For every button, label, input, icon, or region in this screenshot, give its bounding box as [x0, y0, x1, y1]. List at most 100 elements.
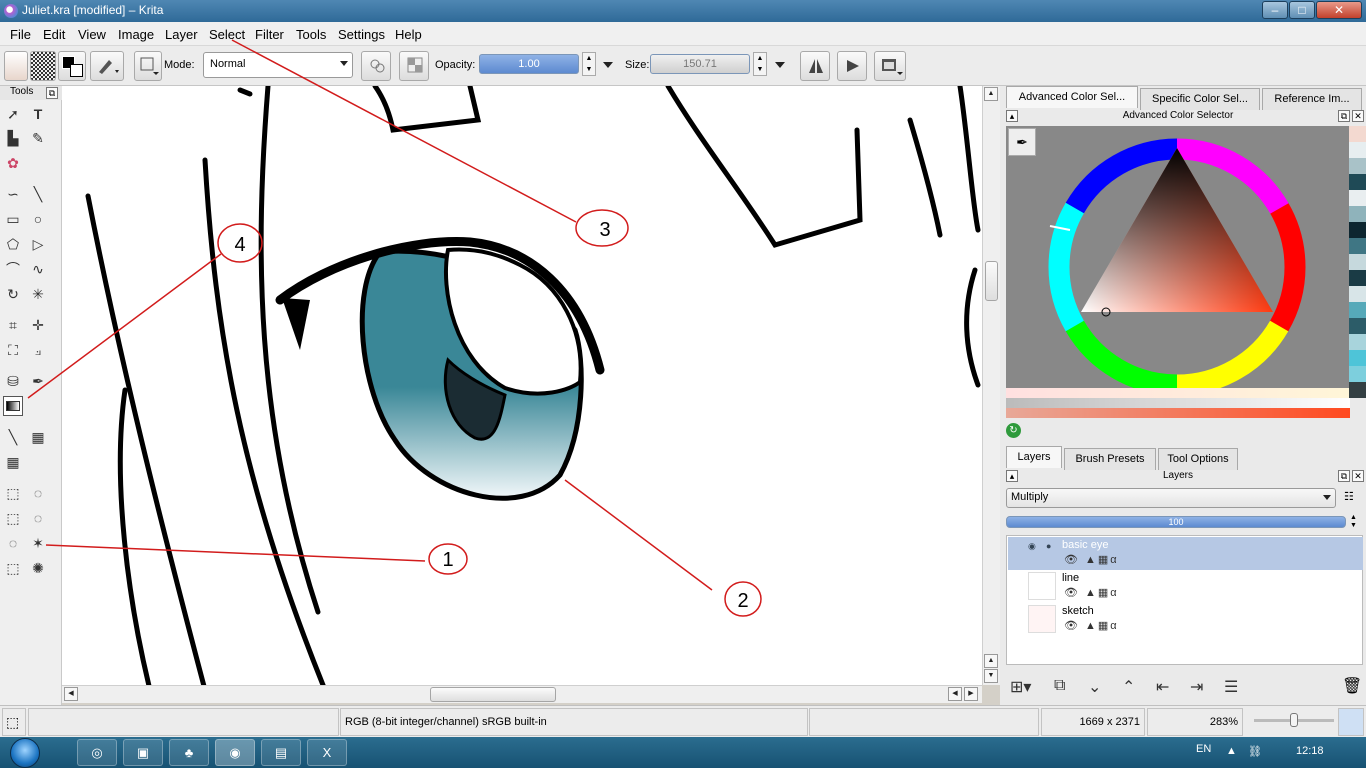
crop-tool[interactable]: ⛶	[3, 340, 23, 360]
menu-select[interactable]: Select	[209, 27, 245, 42]
tray-arrow-icon[interactable]: ▲	[1226, 745, 1237, 757]
vertical-scrollbar[interactable]: ▲ ▲ ▼	[982, 86, 1000, 685]
layer-opacity-slider[interactable]: 100	[1006, 516, 1346, 528]
gradient-preset-button[interactable]	[4, 51, 28, 81]
horizontal-scroll-thumb[interactable]	[430, 687, 556, 702]
messenger-taskbar-icon[interactable]: ▣	[123, 739, 163, 766]
grid-tool[interactable]: ▦	[3, 452, 23, 472]
network-icon[interactable]: ⛓	[1248, 745, 1262, 758]
ellipse-tool[interactable]: ○	[28, 209, 48, 229]
scroll-right-icon[interactable]: ▶	[964, 687, 978, 701]
color-picker-tool[interactable]: ✒	[28, 371, 48, 391]
bezier-curve-tool[interactable]: ∽	[3, 184, 23, 204]
tab-specific-color-selector[interactable]: Specific Color Sel...	[1140, 88, 1260, 110]
sparkle-tool[interactable]: ✳	[28, 284, 48, 304]
brush-editor-button[interactable]	[134, 51, 162, 81]
eraser-toggle-button[interactable]	[361, 51, 391, 81]
refresh-icon[interactable]: ↻	[1006, 423, 1021, 438]
layer-blend-mode-select[interactable]: Multiply	[1006, 488, 1336, 508]
layer-view-options-icon[interactable]: ☷	[1344, 490, 1360, 504]
scroll-down-icon[interactable]: ▼	[984, 669, 998, 683]
drawing-canvas[interactable]	[62, 86, 982, 685]
maximize-button[interactable]: □	[1289, 1, 1315, 19]
layer-properties-icon[interactable]: ☰	[1224, 677, 1238, 697]
canvas-only-icon[interactable]	[1338, 708, 1364, 736]
opacity-spinner[interactable]: ▲ ▼	[582, 52, 596, 76]
pattern-button[interactable]	[30, 51, 56, 81]
scroll-left-icon[interactable]: ◀	[64, 687, 78, 701]
ellipse-select-tool[interactable]: ◌	[28, 483, 48, 503]
chrome-taskbar-icon[interactable]: ◎	[77, 739, 117, 766]
close-button[interactable]: ✕	[1316, 1, 1362, 19]
color-history-bar[interactable]	[1006, 388, 1350, 398]
float-layers-docker-icon[interactable]: ⧉	[1338, 470, 1350, 482]
perspective-tool[interactable]: ⟓	[28, 340, 48, 360]
hue-bar[interactable]	[1006, 408, 1350, 418]
fg-bg-color-button[interactable]	[58, 51, 86, 81]
start-button[interactable]	[10, 738, 40, 768]
layer-property-icons[interactable]: 👁 ▲▦α	[1064, 586, 1119, 599]
transform-tool[interactable]: ⌗	[3, 315, 23, 335]
layer-opacity-spinner[interactable]: ▲ ▼	[1350, 514, 1357, 530]
scroll-down-small-icon[interactable]: ▲	[984, 654, 998, 668]
add-layer-icon[interactable]: ⊞▾	[1010, 677, 1031, 697]
freehand-path-tool[interactable]: ↻	[3, 284, 23, 304]
toolbox-float-icon[interactable]: ⧉	[46, 87, 58, 99]
layer-property-icons[interactable]: 👁 ▲▦α	[1064, 619, 1119, 632]
brush-preset-button[interactable]	[90, 51, 124, 81]
delete-layer-icon[interactable]: 🗑	[1342, 676, 1362, 696]
magic-wand-tool[interactable]: ✶	[28, 533, 48, 553]
duplicate-layer-icon[interactable]: ⧉	[1054, 677, 1065, 695]
vertical-scroll-thumb[interactable]	[985, 261, 998, 301]
collapse-color-docker-icon[interactable]: ▴	[1006, 110, 1018, 122]
measure-tool[interactable]: ∿	[28, 259, 48, 279]
similar-select-tool[interactable]: ✺	[28, 558, 48, 578]
rectangle-tool[interactable]: ▭	[3, 209, 23, 229]
layer-item-sketch[interactable]: sketch 👁 ▲▦α	[1008, 603, 1363, 636]
ruler-assistant-tool[interactable]: ╲	[3, 427, 23, 447]
clock[interactable]: 12:18	[1296, 745, 1324, 757]
tab-brush-presets[interactable]: Brush Presets	[1064, 448, 1156, 470]
color-selector-area[interactable]: ✒	[1006, 126, 1350, 396]
line-tool[interactable]: ╲	[28, 184, 48, 204]
blend-mode-select[interactable]: Normal	[203, 52, 353, 78]
menu-settings[interactable]: Settings	[338, 27, 385, 42]
minimize-button[interactable]: –	[1262, 1, 1288, 19]
menu-tools[interactable]: Tools	[296, 27, 326, 42]
tab-reference-images[interactable]: Reference Im...	[1262, 88, 1362, 110]
contiguous-select-tool[interactable]: ◌	[3, 533, 23, 553]
layer-item-line[interactable]: line 👁 ▲▦α	[1008, 570, 1363, 603]
close-color-docker-icon[interactable]: ✕	[1352, 110, 1364, 122]
float-color-docker-icon[interactable]: ⧉	[1338, 110, 1350, 122]
value-bar[interactable]	[1006, 398, 1350, 408]
size-slider[interactable]: 150.71	[650, 54, 750, 74]
selection-icon[interactable]: ⬚	[2, 708, 26, 736]
move-tool[interactable]: ✛	[28, 315, 48, 335]
menu-filter[interactable]: Filter	[255, 27, 284, 42]
remove-from-group-icon[interactable]: ⇤	[1156, 677, 1169, 697]
polygon-select-tool[interactable]: ⬚	[3, 508, 23, 528]
menu-view[interactable]: View	[78, 27, 106, 42]
tab-layers[interactable]: Layers	[1006, 446, 1062, 468]
color-wheel[interactable]	[1006, 126, 1350, 396]
menu-help[interactable]: Help	[395, 27, 422, 42]
menu-layer[interactable]: Layer	[165, 27, 198, 42]
polyline-tool[interactable]: ▷	[28, 234, 48, 254]
mirror-horizontal-button[interactable]	[800, 51, 830, 81]
freehand-brush-tool[interactable]: ✎	[28, 128, 48, 148]
outline-select-tool[interactable]: ◌	[28, 508, 48, 528]
size-menu-icon[interactable]	[775, 62, 785, 68]
select-shapes-tool[interactable]: ➚	[3, 104, 23, 124]
editor-taskbar-icon[interactable]: ▤	[261, 739, 301, 766]
text-tool[interactable]: T	[28, 104, 48, 124]
size-spinner[interactable]: ▲ ▼	[753, 52, 767, 76]
zoom-slider-handle[interactable]	[1290, 713, 1298, 727]
preserve-alpha-button[interactable]	[399, 51, 429, 81]
language-indicator[interactable]: EN	[1196, 743, 1211, 755]
menu-image[interactable]: Image	[118, 27, 154, 42]
workspace-button[interactable]	[874, 51, 906, 81]
move-layer-up-icon[interactable]: ⌃	[1122, 677, 1135, 697]
path-tool[interactable]: ⌒	[3, 259, 23, 279]
fill-tool[interactable]: ⛁	[3, 371, 23, 391]
menu-file[interactable]: File	[10, 27, 31, 42]
